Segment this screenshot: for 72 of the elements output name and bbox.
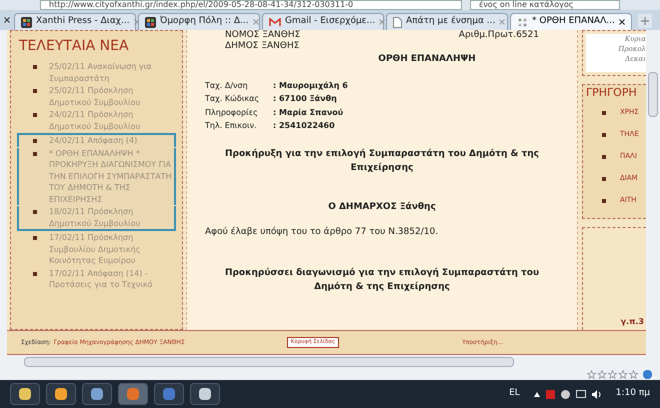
panel-label: γ.π.3: [620, 316, 644, 328]
browser-tab[interactable]: * ΟΡΘΗ ΕΠΑΝΑΛ...: [510, 13, 632, 30]
mail-icon: [269, 18, 281, 26]
tab-label: Gmail - Εισερχόμε...: [285, 15, 376, 28]
browser-tab[interactable]: Gmail - Εισερχόμε...: [262, 13, 384, 30]
tab-label: Όμορφη Πόλη :: Δ...: [160, 15, 249, 28]
bullet-icon: [33, 210, 37, 214]
mayor-heading: Ο ΔΗΜΑΡΧΟΣ Ξάνθης: [327, 200, 437, 214]
bullet-icon: [33, 89, 37, 93]
speaker-icon[interactable]: [592, 390, 602, 398]
bullet-icon: [602, 198, 606, 202]
taskbar-button[interactable]: [82, 383, 112, 405]
document-paragraph: Αφού έλαβε υπόψη του το άρθρο 77 του Ν.3852/10.: [205, 226, 440, 239]
bullet-icon: [33, 152, 37, 156]
language-indicator[interactable]: EL: [509, 387, 520, 401]
detail-label: Ταχ. Δ/νση: [205, 80, 249, 92]
app-icon: [199, 388, 211, 400]
loading-icon: [517, 16, 528, 28]
site-icon: [145, 16, 156, 28]
network-icon[interactable]: [576, 390, 586, 398]
bullet-icon: [33, 272, 37, 276]
taskbar-button[interactable]: [10, 383, 40, 405]
vertical-scrollbar[interactable]: [646, 30, 660, 330]
bullet-icon: [33, 65, 37, 69]
bullet-icon: [602, 176, 606, 180]
document-heading: Προκήρυξη για την επιλογή Συμπαραστάτη του Δημότη & της Επιχείρησης: [224, 148, 540, 174]
taskbar-button[interactable]: [118, 383, 148, 405]
taskbar-button[interactable]: [190, 383, 220, 405]
taskbar-button[interactable]: [46, 383, 76, 405]
detail-value: : 2541022460: [273, 120, 335, 132]
detail-label: Ταχ. Κώδικας: [205, 93, 260, 105]
close-icon[interactable]: [619, 19, 625, 25]
news-title: ΤΕΛΕΥΤΑΙΑ ΝΕΑ: [19, 37, 130, 55]
close-icon[interactable]: [4, 17, 10, 23]
site-icon: [21, 16, 32, 28]
app-icon: [163, 388, 175, 400]
protocol-number: Αριθμ.Πρωτ.6521: [458, 30, 539, 42]
browser-tab[interactable]: Απάτη με ένσημα ...: [386, 13, 508, 30]
address-field[interactable]: http://www.cityofxanthi.gr/index.php/el/2009-05-28-08-41-34/312-030311-0: [40, 0, 462, 10]
app-icon: [19, 388, 31, 400]
tab-label: Απάτη με ένσημα ...: [406, 15, 496, 28]
tab-label: * ΟΡΘΗ ΕΠΑΝΑΛ...: [532, 15, 615, 28]
page-icon: [393, 16, 402, 28]
detail-value: : Μαυρομιχάλη 6: [273, 80, 348, 92]
horizontal-scrollbar[interactable]: [0, 355, 660, 368]
app-icon: [127, 388, 139, 400]
quick-links-title: ΓΡΗΓΟΡΗ: [586, 85, 638, 101]
detail-value: : 67100 Ξάνθη: [273, 93, 337, 105]
browser-tab[interactable]: Xanthi Press - Διαχ...: [14, 13, 136, 30]
document-title: ΟΡΘΗ ΕΠΑΝΑΛΗΨΗ: [377, 53, 477, 66]
tab-label: Xanthi Press - Διαχ...: [36, 15, 130, 28]
search-field[interactable]: ένος on line κατάλογος: [470, 0, 620, 10]
bullet-icon: [33, 236, 37, 240]
bullet-icon: [33, 113, 37, 117]
tray-arrow-icon[interactable]: [534, 392, 540, 396]
bullet-icon: [602, 110, 606, 114]
bullet-icon: [602, 154, 606, 158]
header-line: ΝΟΜΟΣ ΞΑΝΘΗΣ: [225, 30, 300, 41]
header-line: ΔΗΜΟΣ ΞΑΝΘΗΣ: [225, 41, 300, 52]
bullet-icon: [602, 132, 606, 136]
addon-icon[interactable]: [643, 370, 652, 378]
clock[interactable]: 1:10 πμ: [616, 387, 650, 401]
bullet-icon: [33, 139, 37, 143]
browser-tab[interactable]: Όμορφη Πόλη :: Δ...: [138, 13, 260, 30]
announcement-heading: Προκηρύσσει διαγωνισμό για την επιλογή Συμπαραστάτη του Δημότη & της Επιχείρησης: [224, 266, 540, 294]
app-icon: [55, 388, 67, 400]
new-tab-icon[interactable]: [638, 14, 652, 28]
app-icon: [91, 388, 103, 400]
rating-stars-icon[interactable]: [587, 370, 639, 378]
detail-label: Πληροφορίες: [205, 106, 259, 119]
detail-label: Τηλ. Επικοιν.: [205, 120, 258, 132]
detail-value: : Μαρία Σπανού: [273, 106, 344, 119]
